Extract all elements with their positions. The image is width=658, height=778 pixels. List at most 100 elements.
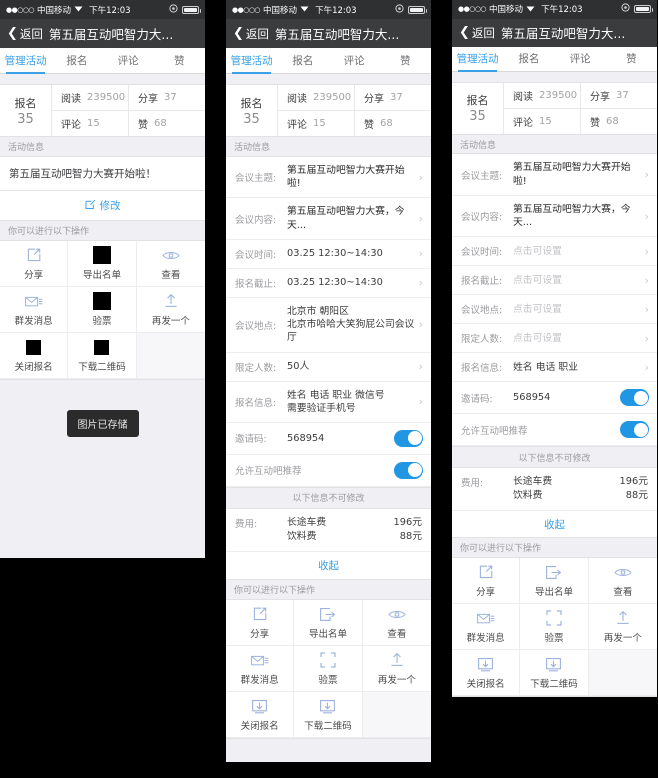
row-meeting-location[interactable]: 会议地点: 北京市 朝阳区 北京市哈哈大笑狗屁公司会议厅 › [226, 298, 431, 353]
stat-shares-value: 37 [390, 92, 403, 103]
row-meeting-time[interactable]: 会议时间: 点击可设置 › [452, 237, 657, 267]
row-signup-deadline[interactable]: 报名截止: 点击可设置 › [452, 266, 657, 296]
row-signup-fields[interactable]: 报名信息: 姓名 电话 职业 › [452, 353, 657, 383]
upload-icon [616, 609, 630, 627]
tab-comments[interactable]: 评论 [329, 48, 380, 73]
info-list-3: 会议主题: 第五届互动吧智力大赛开始啦! › 会议内容: 第五届互动吧智力大赛，… [452, 154, 657, 447]
tab-signup[interactable]: 报名 [277, 48, 328, 73]
back-button[interactable]: ❮ 返回 [7, 26, 43, 42]
collapse-button-2[interactable]: 收起 [226, 552, 431, 581]
upload-icon [164, 292, 178, 310]
row-meeting-topic[interactable]: 会议主题: 第五届互动吧智力大赛开始啦! › [226, 157, 431, 199]
collapse-button-3[interactable]: 收起 [452, 511, 657, 539]
action-close-signup[interactable]: 关闭报名 [452, 650, 521, 696]
alarm-icon [621, 3, 630, 15]
download-qr-icon [94, 338, 110, 356]
action-verify-ticket[interactable]: 验票 [520, 604, 589, 650]
action-broadcast-message[interactable]: 群发消息 [226, 646, 295, 693]
spacer [226, 74, 431, 84]
download-box-icon [26, 338, 42, 356]
action-verify-ticket-label: 验票 [544, 633, 564, 644]
row-meeting-content-label: 会议内容: [461, 212, 503, 224]
action-view[interactable]: 查看 [362, 600, 431, 647]
action-share[interactable]: 分享 [452, 558, 521, 604]
row-capacity[interactable]: 限定人数: 50人 › [226, 353, 431, 382]
action-view[interactable]: 查看 [588, 558, 657, 604]
row-meeting-content[interactable]: 会议内容: 第五届互动吧智力大赛，今天... › [452, 196, 657, 238]
edit-button[interactable]: 修改 [85, 198, 121, 213]
action-empty-slot [588, 650, 657, 696]
tab-likes[interactable]: 赞 [606, 47, 657, 71]
edit-row: 修改 [0, 191, 205, 221]
tab-manage-activity[interactable]: 管理活动 [0, 48, 51, 74]
action-export-list-label: 导出名单 [308, 629, 347, 641]
action-repost[interactable]: 再发一个 [362, 646, 431, 693]
tab-likes[interactable]: 赞 [154, 48, 205, 73]
row-capacity[interactable]: 限定人数: 点击可设置 › [452, 324, 657, 354]
row-signup-fields[interactable]: 报名信息: 姓名 电话 职业 微信号 需要验证手机号 › [226, 382, 431, 423]
row-meeting-content-value: 第五届互动吧智力大赛，今天... [513, 203, 631, 229]
tab-manage-activity[interactable]: 管理活动 [226, 48, 277, 74]
action-download-qr[interactable]: 下载二维码 [294, 692, 363, 739]
row-meeting-topic[interactable]: 会议主题: 第五届互动吧智力大赛开始啦! › [452, 154, 657, 196]
row-signup-fields-value: 姓名 电话 职业 [513, 361, 579, 373]
tab-comments[interactable]: 评论 [555, 47, 606, 71]
action-share[interactable]: 分享 [0, 241, 69, 287]
action-broadcast-message[interactable]: 群发消息 [452, 604, 521, 650]
tab-signup[interactable]: 报名 [503, 47, 554, 71]
stat-reads-label: 阅读 [61, 94, 81, 105]
invite-code-toggle[interactable] [394, 429, 423, 447]
row-meeting-content[interactable]: 会议内容: 第五届互动吧智力大赛，今天... › [226, 198, 431, 240]
action-download-qr[interactable]: 下载二维码 [520, 650, 589, 696]
back-button[interactable]: ❮ 返回 [459, 25, 495, 41]
info-list-2: 会议主题: 第五届互动吧智力大赛开始啦! › 会议内容: 第五届互动吧智力大赛，… [226, 157, 431, 487]
stat-reads-value: 239500 [539, 89, 578, 101]
action-export-list[interactable]: 导出名单 [68, 241, 137, 287]
battery-icon [408, 5, 427, 14]
action-share[interactable]: 分享 [226, 600, 295, 647]
allow-recommend-toggle[interactable] [394, 461, 423, 479]
row-invite-code-label: 邀请码: [235, 434, 267, 446]
mail-icon [24, 292, 43, 310]
row-signup-deadline[interactable]: 报名截止: 03.25 12:30~14:30 › [226, 269, 431, 298]
stats-summary-3: 报名 35 阅读 239500 分享 37 评论 15 赞 68 [452, 81, 657, 135]
tab-signup[interactable]: 报名 [51, 48, 102, 73]
back-button[interactable]: ❮ 返回 [233, 26, 269, 42]
row-meeting-location[interactable]: 会议地点: 点击可设置 › [452, 295, 657, 325]
row-allow-recommend[interactable]: 允许互动吧推荐 [452, 414, 657, 447]
action-download-qr[interactable]: 下载二维码 [68, 333, 137, 379]
action-close-signup[interactable]: 关闭报名 [0, 333, 69, 379]
tab-comments[interactable]: 评论 [103, 48, 154, 73]
status-bar-3: ●●○○○ 中国移动 下午12:03 [452, 0, 657, 19]
row-invite-code[interactable]: 邀请码: 568954 [226, 423, 431, 455]
action-verify-ticket[interactable]: 验票 [294, 646, 363, 693]
action-broadcast-message[interactable]: 群发消息 [0, 287, 69, 333]
allow-recommend-toggle[interactable] [620, 421, 649, 439]
row-allow-recommend[interactable]: 允许互动吧推荐 [226, 455, 431, 487]
tab-likes[interactable]: 赞 [380, 48, 431, 73]
stat-signup-value: 35 [17, 111, 34, 127]
fee-item-name: 长途车费 [513, 475, 553, 487]
row-invite-code[interactable]: 邀请码: 568954 [452, 382, 657, 415]
action-export-list[interactable]: 导出名单 [294, 600, 363, 647]
row-meeting-location-value: 北京市 朝阳区 北京市哈哈大笑狗屁公司会议厅 [287, 305, 415, 344]
action-close-signup[interactable]: 关闭报名 [226, 692, 295, 739]
panel-filler-2 [226, 739, 431, 762]
action-close-signup-label: 关闭报名 [466, 679, 505, 690]
action-repost[interactable]: 再发一个 [588, 604, 657, 650]
share-icon [252, 605, 268, 623]
stat-shares-value: 37 [164, 92, 177, 103]
action-export-list[interactable]: 导出名单 [520, 558, 589, 604]
tab-manage-activity[interactable]: 管理活动 [452, 47, 503, 73]
spacer [452, 72, 657, 82]
invite-code-toggle[interactable] [620, 389, 649, 407]
row-fee-label: 费用: [235, 518, 258, 530]
action-repost[interactable]: 再发一个 [136, 287, 205, 333]
row-meeting-time-value: 点击可设置 [513, 245, 562, 257]
row-meeting-time[interactable]: 会议时间: 03.25 12:30~14:30 › [226, 240, 431, 269]
row-invite-code-value: 568954 [287, 432, 325, 444]
action-repost-label: 再发一个 [377, 675, 416, 687]
row-signup-deadline-value: 03.25 12:30~14:30 [287, 277, 383, 289]
action-verify-ticket[interactable]: 验票 [68, 287, 137, 333]
action-view[interactable]: 查看 [136, 241, 205, 287]
